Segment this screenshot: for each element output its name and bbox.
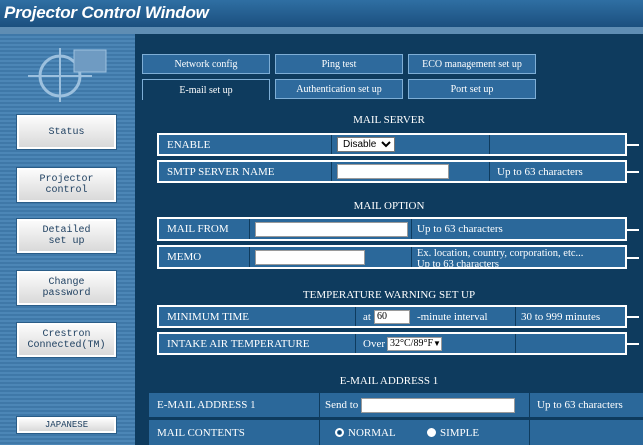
memo-hint-line2: Up to 63 characters [417, 259, 499, 268]
mail-option-title: MAIL OPTION [353, 200, 425, 212]
over-label: Over [363, 337, 385, 350]
mail-contents-simple-option[interactable]: SIMPLE [427, 420, 479, 445]
chevron-down-icon: ▼ [433, 339, 441, 348]
send-to-label: Send to [325, 399, 359, 411]
tab-email-set-up[interactable]: E-mail set up [142, 79, 270, 100]
sidebar-item-crestron-connected[interactable]: Crestron Connected(TM) [17, 323, 116, 357]
memo-input[interactable] [255, 249, 365, 265]
mail-server-title: MAIL SERVER [353, 114, 425, 126]
sidebar-item-japanese[interactable]: JAPANESE [17, 417, 116, 433]
smtp-server-input[interactable] [337, 164, 449, 179]
interval-label: -minute interval [416, 310, 488, 323]
email-address-1-hint: Up to 63 characters [537, 399, 623, 411]
tab-network-config[interactable]: Network config [142, 54, 270, 74]
memo-row: MEMO Ex. location, country, corporation,… [157, 245, 639, 269]
title-bar: Projector Control Window [0, 0, 643, 27]
enable-row: ENABLE Disable Enable [157, 133, 639, 156]
mail-from-input[interactable] [255, 221, 408, 237]
intake-air-temperature-row: INTAKE AIR TEMPERATURE Over 32°C/89°F ▼ [157, 332, 639, 355]
mail-from-label: MAIL FROM [167, 223, 229, 235]
mail-contents-normal-option[interactable]: NORMAL [335, 420, 396, 445]
top-band [0, 27, 643, 34]
temperature-warning-title: TEMPERATURE WARNING SET UP [302, 289, 476, 301]
sidebar-item-projector-control[interactable]: Projector control [17, 168, 116, 202]
radio-unselected-icon[interactable] [427, 428, 436, 437]
smtp-server-label: SMTP SERVER NAME [167, 165, 275, 178]
sidebar: Status Projector control Detailed set up… [0, 34, 135, 445]
smtp-server-hint: Up to 63 characters [497, 165, 583, 178]
radio-selected-icon[interactable] [335, 428, 344, 437]
mail-from-hint: Up to 63 characters [417, 223, 503, 235]
tab-eco-management[interactable]: ECO management set up [408, 54, 536, 74]
memo-hint-line1: Ex. location, country, corporation, etc.… [417, 248, 584, 259]
sidebar-item-change-password[interactable]: Change password [17, 271, 116, 305]
mail-contents-row: MAIL CONTENTS NORMAL SIMPLE [149, 420, 643, 445]
mail-contents-label: MAIL CONTENTS [157, 426, 245, 439]
tab-authentication-set-up[interactable]: Authentication set up [275, 79, 403, 99]
email-address-1-row: E-MAIL ADDRESS 1 Send to Up to 63 charac… [149, 393, 643, 417]
sidebar-item-detailed-set-up[interactable]: Detailed set up [17, 219, 116, 253]
mail-from-row: MAIL FROM Up to 63 characters [157, 217, 639, 241]
intake-temperature-select[interactable]: 32°C/89°F ▼ [387, 336, 442, 351]
at-label: at [363, 310, 371, 323]
minimum-time-row: MINIMUM TIME at 60 -minute interval 30 t… [157, 305, 639, 328]
memo-label: MEMO [167, 251, 202, 263]
enable-label: ENABLE [167, 138, 211, 151]
projector-logo-icon [28, 48, 107, 102]
minimum-time-input[interactable]: 60 [373, 309, 410, 324]
intake-temperature-value: 32°C/89°F [390, 338, 434, 349]
smtp-server-row: SMTP SERVER NAME Up to 63 characters [157, 160, 639, 183]
tab-port-set-up[interactable]: Port set up [408, 79, 536, 99]
main-panel: Network config Ping test ECO management … [135, 34, 643, 445]
minimum-time-range-hint: 30 to 999 minutes [521, 310, 601, 323]
sidebar-item-status[interactable]: Status [17, 115, 116, 149]
email-address-1-input[interactable] [361, 397, 516, 413]
minimum-time-label: MINIMUM TIME [167, 310, 249, 323]
intake-air-temperature-label: INTAKE AIR TEMPERATURE [167, 337, 310, 350]
tab-ping-test[interactable]: Ping test [275, 54, 403, 74]
simple-label: SIMPLE [440, 426, 480, 439]
window-title: Projector Control Window [4, 3, 209, 22]
normal-label: NORMAL [348, 426, 396, 439]
email-address-1-title: E-MAIL ADDRESS 1 [339, 375, 439, 387]
enable-select[interactable]: Disable Enable [337, 137, 395, 152]
email-address-1-label: E-MAIL ADDRESS 1 [157, 399, 256, 411]
